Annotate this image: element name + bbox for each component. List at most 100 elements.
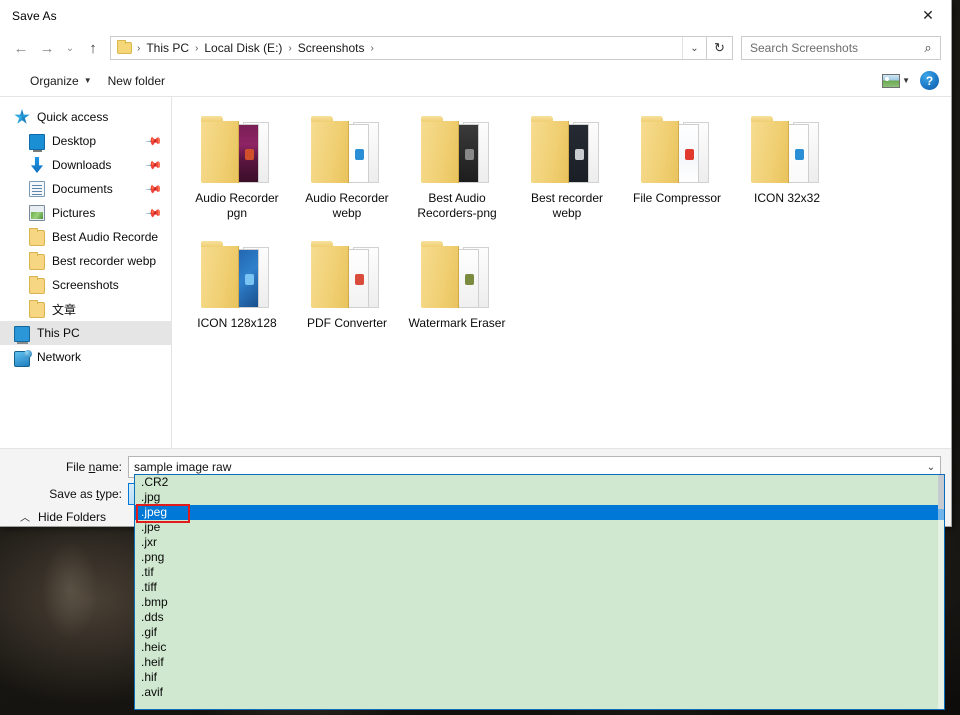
folder-front-flap bbox=[201, 116, 239, 183]
file-item[interactable]: ICON 32x32 bbox=[732, 109, 842, 234]
file-item[interactable]: ICON 128x128 bbox=[182, 234, 292, 359]
organize-button[interactable]: Organize ▼ bbox=[22, 70, 100, 92]
preview-accent bbox=[685, 148, 695, 160]
chevron-down-icon[interactable]: ⌄ bbox=[922, 462, 940, 473]
folder-thumbnail-icon bbox=[639, 113, 715, 185]
organize-label: Organize bbox=[30, 73, 79, 88]
desktop-icon bbox=[29, 134, 45, 152]
dropdown-option[interactable]: .hif bbox=[135, 670, 944, 685]
close-icon[interactable]: ✕ bbox=[905, 1, 951, 31]
breadcrumb-screenshots[interactable]: Screenshots bbox=[294, 41, 369, 55]
sidebar-item-screenshots[interactable]: Screenshots bbox=[0, 273, 171, 297]
save-as-dialog: Save As ✕ ← → ⌄ ↑ › This PC › Local Disk… bbox=[0, 0, 952, 527]
breadcrumb-local-disk[interactable]: Local Disk (E:) bbox=[200, 41, 286, 55]
folder-thumbnail-icon bbox=[309, 113, 385, 185]
search-input[interactable] bbox=[742, 41, 916, 55]
dropdown-option[interactable]: .jpg bbox=[135, 490, 944, 505]
file-item[interactable]: Watermark Eraser bbox=[402, 234, 512, 359]
folder-front-flap bbox=[311, 241, 349, 308]
file-item[interactable]: Best recorder webp bbox=[512, 109, 622, 234]
dropdown-option[interactable]: .CR2 bbox=[135, 475, 944, 490]
dropdown-option[interactable]: .png bbox=[135, 550, 944, 565]
dropdown-option[interactable]: .jxr bbox=[135, 535, 944, 550]
file-item[interactable]: Audio Recorder webp bbox=[292, 109, 402, 234]
address-bar[interactable]: › This PC › Local Disk (E:) › Screenshot… bbox=[110, 36, 707, 60]
breadcrumb-this-pc[interactable]: This PC bbox=[142, 41, 193, 55]
dropdown-option[interactable]: .heic bbox=[135, 640, 944, 655]
sidebar-item-pictures[interactable]: Pictures 📌 bbox=[0, 201, 171, 225]
preview-accent bbox=[795, 148, 805, 160]
search-icon[interactable]: ⌕ bbox=[916, 40, 940, 56]
help-icon[interactable]: ? bbox=[920, 71, 939, 90]
folder-thumbnail-icon bbox=[419, 113, 495, 185]
file-item-label: Audio Recorder webp bbox=[305, 191, 389, 220]
preview-accent bbox=[575, 148, 585, 160]
dropdown-scrollbar[interactable] bbox=[938, 475, 944, 709]
dropdown-scrollbar-thumb[interactable] bbox=[938, 475, 944, 509]
folder-icon bbox=[117, 40, 132, 54]
sidebar-item-label: Network bbox=[37, 350, 82, 364]
breadcrumb-separator-3: › bbox=[370, 42, 374, 54]
up-icon[interactable]: ↑ bbox=[80, 35, 106, 61]
forward-icon[interactable]: → bbox=[34, 35, 60, 61]
window-title: Save As bbox=[12, 8, 57, 23]
command-bar-right: ▼ ? bbox=[882, 71, 951, 90]
navigation-bar: ← → ⌄ ↑ › This PC › Local Disk (E:) › Sc… bbox=[0, 31, 951, 65]
dropdown-option[interactable]: .heif bbox=[135, 655, 944, 670]
dropdown-option[interactable]: .jpeg bbox=[135, 505, 944, 520]
pin-icon[interactable]: 📌 bbox=[145, 204, 164, 222]
chevron-down-icon[interactable]: ▼ bbox=[902, 76, 910, 85]
dropdown-option[interactable]: .gif bbox=[135, 625, 944, 640]
file-item-label: Best Audio Recorders-png bbox=[417, 191, 497, 220]
pin-icon[interactable]: 📌 bbox=[145, 180, 164, 198]
chevron-down-icon[interactable]: ⌄ bbox=[682, 37, 706, 59]
file-item[interactable]: Audio Recorder pgn bbox=[182, 109, 292, 234]
dropdown-option[interactable]: .avif bbox=[135, 685, 944, 700]
sidebar-item-quick-access[interactable]: Quick access bbox=[0, 105, 171, 129]
sidebar-item-best-audio-recorde[interactable]: Best Audio Recorde bbox=[0, 225, 171, 249]
new-folder-button[interactable]: New folder bbox=[100, 70, 173, 92]
save-as-type-dropdown-list[interactable]: .CR2 .jpg .jpeg .jpe .jxr .png .tif .tiff .bmp .d… bbox=[134, 474, 945, 710]
sidebar-item-downloads[interactable]: Downloads 📌 bbox=[0, 153, 171, 177]
file-item[interactable]: File Compressor bbox=[622, 109, 732, 234]
sidebar-item-[interactable]: 文章 bbox=[0, 297, 171, 321]
sidebar-item-label: Quick access bbox=[37, 110, 109, 124]
sidebar-item-label: This PC bbox=[37, 326, 80, 340]
sidebar-item-this-pc[interactable]: This PC bbox=[0, 321, 171, 345]
dropdown-option[interactable]: .dds bbox=[135, 610, 944, 625]
documents-icon bbox=[29, 181, 45, 197]
recent-locations-icon[interactable]: ⌄ bbox=[60, 35, 80, 61]
file-name-input[interactable] bbox=[129, 460, 922, 474]
file-item-label: ICON 128x128 bbox=[197, 316, 277, 330]
save-as-type-label: Save as type: bbox=[49, 487, 122, 501]
network-icon bbox=[14, 349, 32, 367]
refresh-icon[interactable]: ↻ bbox=[707, 36, 733, 60]
folder-icon bbox=[29, 300, 45, 318]
sidebar-item-network[interactable]: Network bbox=[0, 345, 171, 369]
dropdown-option[interactable]: .tif bbox=[135, 565, 944, 580]
title-bar: Save As ✕ bbox=[0, 0, 951, 31]
back-icon[interactable]: ← bbox=[8, 35, 34, 61]
folder-icon bbox=[29, 276, 45, 294]
pin-icon[interactable]: 📌 bbox=[145, 132, 164, 150]
chevron-down-icon: ▼ bbox=[83, 76, 92, 85]
sidebar-item-documents[interactable]: Documents 📌 bbox=[0, 177, 171, 201]
file-item-label: ICON 32x32 bbox=[753, 191, 821, 205]
file-item[interactable]: PDF Converter bbox=[292, 234, 402, 359]
dropdown-option[interactable]: .jpe bbox=[135, 520, 944, 535]
sidebar-item-best-recorder-webp[interactable]: Best recorder webp bbox=[0, 249, 171, 273]
hide-folders-button[interactable]: ︿ Hide Folders bbox=[20, 509, 106, 525]
pictures-icon bbox=[29, 205, 45, 221]
view-options-icon[interactable] bbox=[882, 73, 901, 88]
folder-front-flap bbox=[201, 241, 239, 308]
file-item-label: Watermark Eraser bbox=[408, 316, 506, 330]
dropdown-option[interactable]: .tiff bbox=[135, 580, 944, 595]
file-item[interactable]: Best Audio Recorders-png bbox=[402, 109, 512, 234]
search-box[interactable]: ⌕ bbox=[741, 36, 941, 60]
folder-thumbnail-icon bbox=[309, 238, 385, 310]
pin-icon[interactable]: 📌 bbox=[145, 156, 164, 174]
folder-front-flap bbox=[751, 116, 789, 183]
dropdown-option[interactable]: .bmp bbox=[135, 595, 944, 610]
sidebar-item-desktop[interactable]: Desktop 📌 bbox=[0, 129, 171, 153]
sidebar-item-label: Best Audio Recorde bbox=[52, 230, 159, 244]
